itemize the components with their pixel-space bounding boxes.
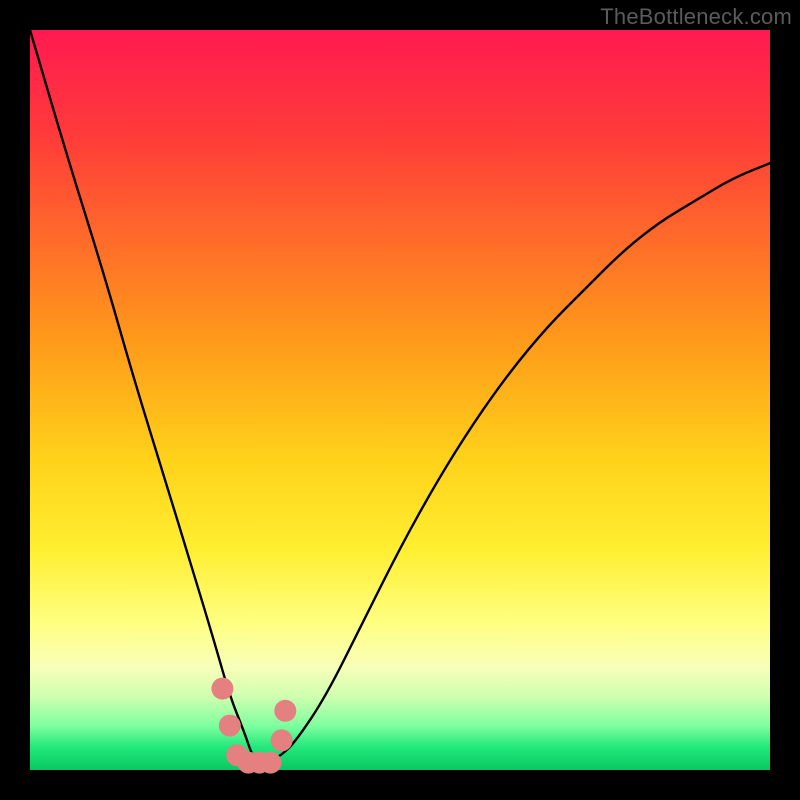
valley-marker bbox=[271, 729, 293, 751]
curve-layer bbox=[30, 30, 770, 763]
valley-marker bbox=[260, 752, 282, 774]
valley-markers bbox=[211, 678, 296, 774]
bottleneck-curve bbox=[30, 30, 770, 763]
watermark-text: TheBottleneck.com bbox=[600, 4, 792, 30]
valley-marker bbox=[219, 715, 241, 737]
valley-marker bbox=[211, 678, 233, 700]
chart-stage: TheBottleneck.com bbox=[0, 0, 800, 800]
valley-marker bbox=[274, 700, 296, 722]
plot-area bbox=[30, 30, 770, 770]
curve-svg bbox=[30, 30, 770, 770]
